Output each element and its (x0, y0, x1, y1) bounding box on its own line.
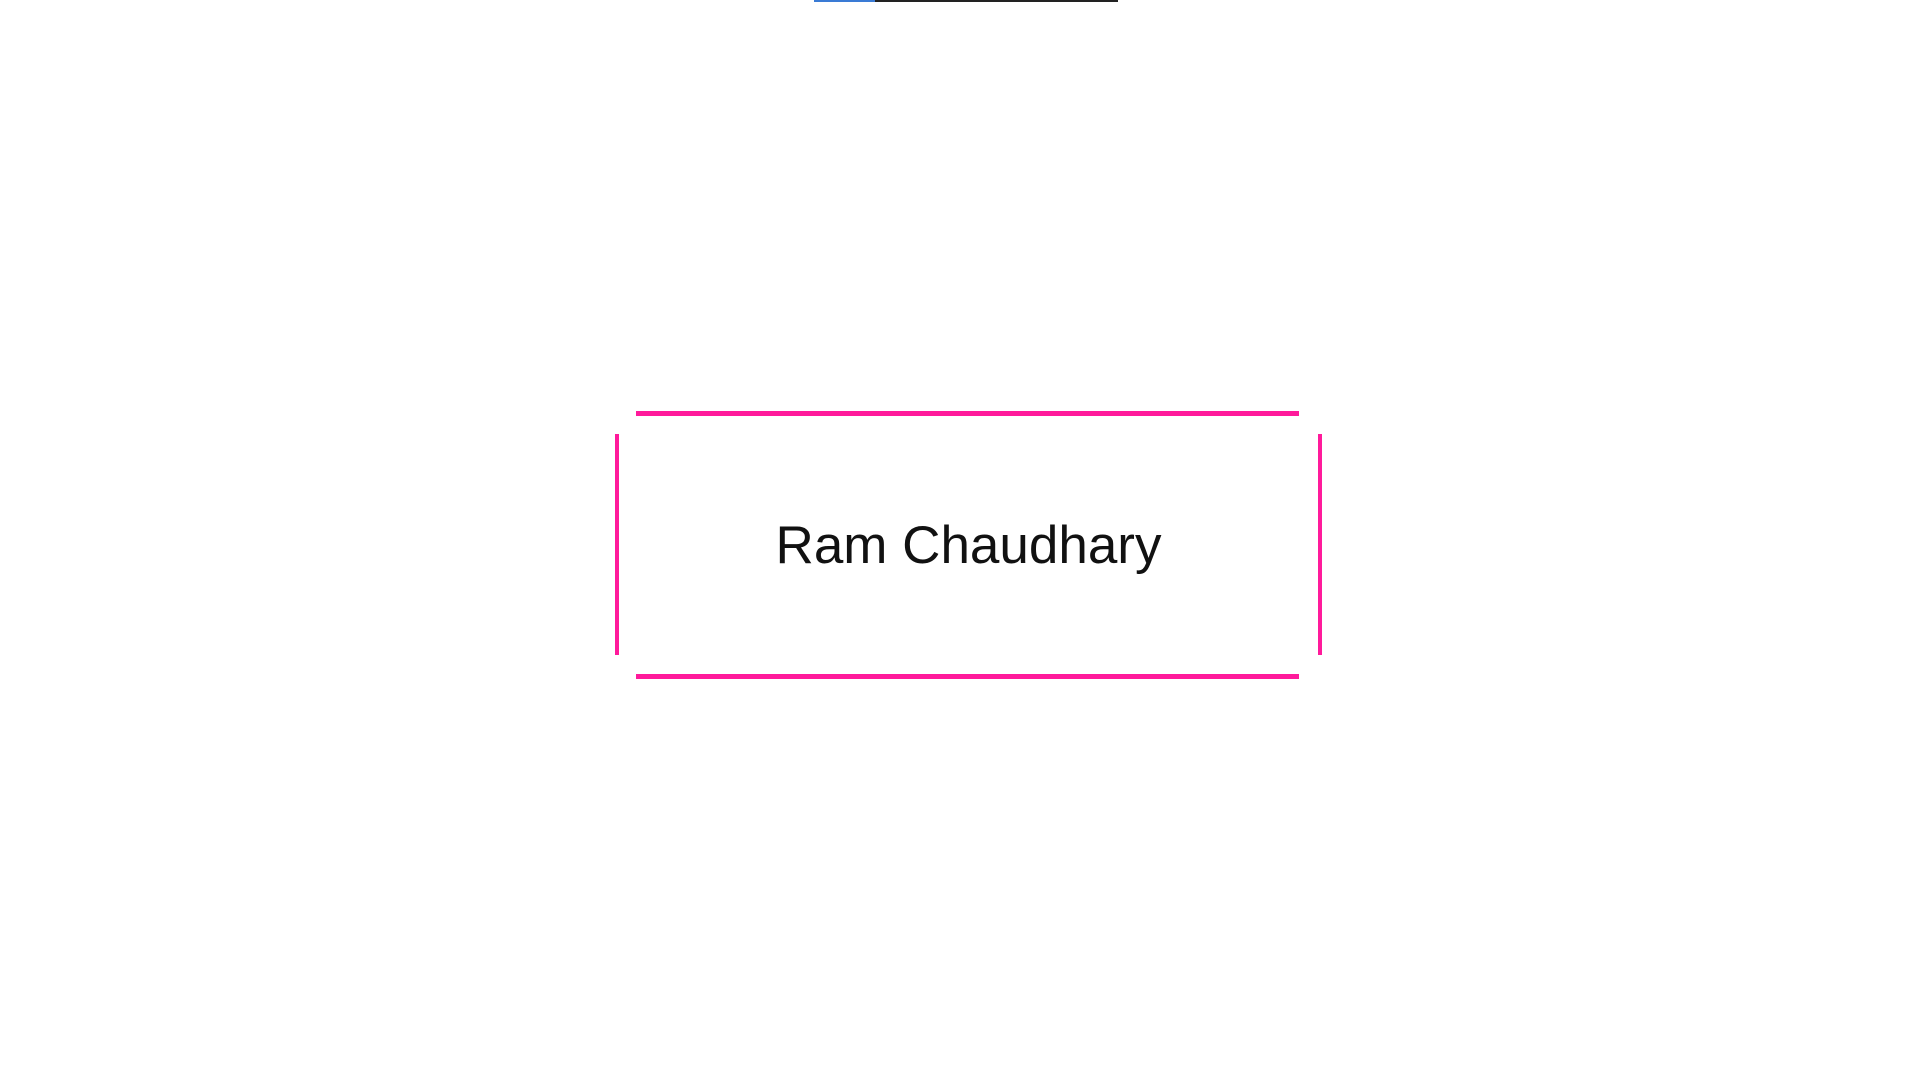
progress-fill (814, 0, 875, 2)
name-card: Ram Chaudhary (615, 411, 1322, 679)
person-name: Ram Chaudhary (775, 515, 1162, 575)
top-progress-bar (814, 0, 1118, 2)
